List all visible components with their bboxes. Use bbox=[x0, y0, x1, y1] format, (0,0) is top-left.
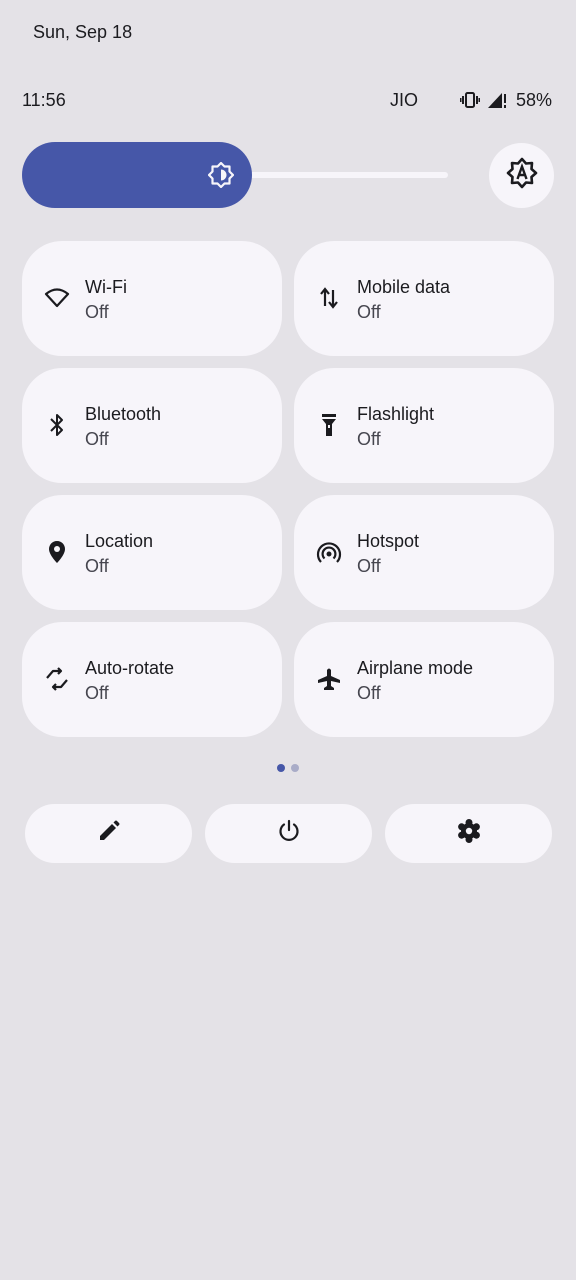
airplane-icon bbox=[316, 666, 342, 692]
tile-hotspot[interactable]: Hotspot Off bbox=[294, 495, 554, 610]
tile-wifi[interactable]: Wi-Fi Off bbox=[22, 241, 282, 356]
tile-mobile-data[interactable]: Mobile data Off bbox=[294, 241, 554, 356]
mobile-data-icon bbox=[316, 285, 342, 311]
page-dot[interactable] bbox=[291, 764, 299, 772]
tile-label: Airplane mode bbox=[357, 658, 474, 678]
bluetooth-icon bbox=[44, 412, 70, 438]
tile-state: Off bbox=[357, 556, 381, 576]
tile-auto-rotate[interactable]: Auto-rotate Off bbox=[22, 622, 282, 737]
brightness-slider[interactable] bbox=[22, 142, 448, 208]
tile-state: Off bbox=[85, 683, 109, 703]
battery-percent: 58% bbox=[515, 89, 552, 110]
tile-state: Off bbox=[357, 429, 381, 449]
signal-no-data-icon bbox=[487, 91, 508, 109]
tile-state: Off bbox=[85, 429, 109, 449]
auto-brightness-button[interactable] bbox=[489, 143, 554, 208]
brightness-fill[interactable] bbox=[22, 142, 252, 208]
tile-label: Hotspot bbox=[357, 531, 420, 551]
page-indicator bbox=[277, 764, 299, 772]
auto-rotate-icon bbox=[44, 666, 70, 692]
auto-brightness-icon bbox=[506, 157, 538, 194]
date-label: Sun, Sep 18 bbox=[33, 22, 133, 42]
gear-icon bbox=[457, 819, 481, 848]
bottom-actions bbox=[25, 804, 552, 863]
settings-button[interactable] bbox=[385, 804, 552, 863]
tile-state: Off bbox=[85, 556, 109, 576]
tile-state: Off bbox=[357, 683, 381, 703]
location-icon bbox=[44, 539, 70, 565]
tile-label: Flashlight bbox=[357, 404, 435, 424]
tile-state: Off bbox=[85, 302, 109, 322]
tile-label: Auto-rotate bbox=[85, 658, 175, 678]
tile-state: Off bbox=[357, 302, 381, 322]
tile-label: Location bbox=[85, 531, 154, 551]
power-icon bbox=[277, 819, 301, 848]
tile-label: Mobile data bbox=[357, 277, 451, 297]
tile-bluetooth[interactable]: Bluetooth Off bbox=[22, 368, 282, 483]
edit-button[interactable] bbox=[25, 804, 192, 863]
tile-flashlight[interactable]: Flashlight Off bbox=[294, 368, 554, 483]
hotspot-icon bbox=[316, 539, 342, 565]
power-button[interactable] bbox=[205, 804, 372, 863]
tile-location[interactable]: Location Off bbox=[22, 495, 282, 610]
flashlight-icon bbox=[316, 412, 342, 438]
tile-label: Wi-Fi bbox=[85, 277, 127, 297]
brightness-icon bbox=[207, 161, 235, 189]
page-dot-active[interactable] bbox=[277, 764, 285, 772]
quick-settings-grid: Wi-Fi Off Mobile data Off Bluetooth Off bbox=[22, 241, 554, 737]
tile-airplane-mode[interactable]: Airplane mode Off bbox=[294, 622, 554, 737]
carrier-label: JIO bbox=[389, 89, 418, 110]
clock: 11:56 bbox=[22, 89, 66, 110]
pencil-icon bbox=[97, 819, 121, 848]
wifi-icon bbox=[44, 285, 70, 311]
tile-label: Bluetooth bbox=[85, 404, 162, 424]
vibrate-icon bbox=[459, 92, 480, 108]
status-bar: 11:56 JIO 58% bbox=[22, 87, 552, 113]
